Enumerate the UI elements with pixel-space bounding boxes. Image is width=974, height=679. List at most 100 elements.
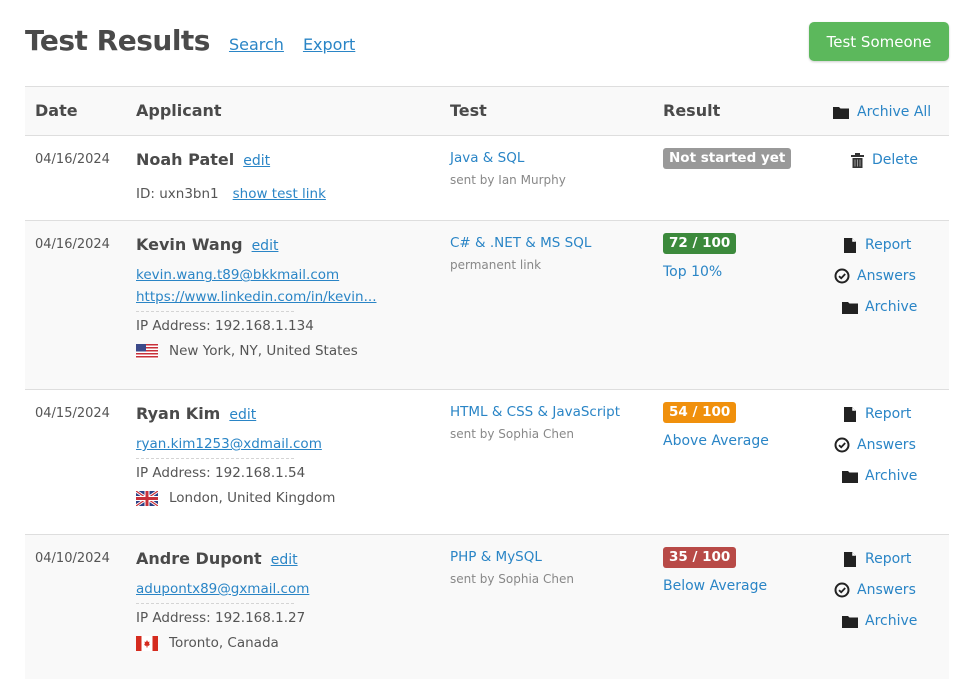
test-cell: HTML & CSS & JavaScript sent by Sophia C… <box>450 404 620 441</box>
report-label: Report <box>865 406 912 422</box>
test-sender: sent by Sophia Chen <box>450 572 574 586</box>
score-badge: 72 / 100 <box>663 233 737 254</box>
document-icon <box>842 237 858 253</box>
table-header-row: Date Applicant Test Result Archive All <box>25 86 949 135</box>
row-date: 04/10/2024 <box>35 551 110 566</box>
folder-icon <box>842 299 858 315</box>
archive-all-button[interactable]: Archive All <box>833 104 931 120</box>
canada-flag-icon <box>136 635 158 651</box>
applicant-cell: Noah Patel edit ID: uxn3bn1 show test li… <box>136 150 436 202</box>
answers-label: Answers <box>857 582 916 598</box>
delete-button[interactable]: Delete <box>849 150 918 170</box>
archive-label: Archive <box>865 299 918 315</box>
applicant-email-link[interactable]: ryan.kim1253@xdmail.com <box>136 436 436 452</box>
test-cell: C# & .NET & MS SQL permanent link <box>450 235 591 272</box>
row-date: 04/16/2024 <box>35 152 110 167</box>
uk-flag-icon <box>135 489 159 507</box>
document-icon <box>842 551 858 567</box>
test-name-link[interactable]: C# & .NET & MS SQL <box>450 235 591 251</box>
check-circle-icon <box>834 268 850 284</box>
answers-button[interactable]: Answers <box>834 580 917 600</box>
check-circle-icon <box>834 582 850 598</box>
export-link[interactable]: Export <box>303 35 355 54</box>
table-row: 04/10/2024 Andre Dupont edit adupontx89@… <box>25 534 949 679</box>
applicant-cell: Andre Dupont edit adupontx89@gxmail.com … <box>136 549 436 651</box>
applicant-name: Kevin Wang <box>136 235 243 254</box>
result-cell: 54 / 100 Above Average <box>663 402 769 449</box>
divider <box>136 311 294 312</box>
applicant-email-link[interactable]: kevin.wang.t89@bkkmail.com <box>136 267 436 283</box>
archive-button[interactable]: Archive <box>842 611 917 631</box>
table-row: 04/15/2024 Ryan Kim edit ryan.kim1253@xd… <box>25 389 949 534</box>
test-sender: sent by Ian Murphy <box>450 173 566 187</box>
report-button[interactable]: Report <box>842 235 917 255</box>
edit-link[interactable]: edit <box>243 153 270 169</box>
result-cell: 72 / 100 Top 10% <box>663 233 737 280</box>
percentile-link[interactable]: Top 10% <box>663 264 736 280</box>
test-name-link[interactable]: Java & SQL <box>450 150 566 166</box>
result-cell: 35 / 100 Below Average <box>663 547 767 594</box>
score-badge: 54 / 100 <box>663 402 737 423</box>
archive-label: Archive <box>865 468 918 484</box>
applicant-location: Toronto, Canada <box>136 635 436 651</box>
archive-button[interactable]: Archive <box>842 297 917 317</box>
archive-all-label: Archive All <box>857 104 932 120</box>
applicant-email-link[interactable]: adupontx89@gxmail.com <box>136 581 436 597</box>
applicant-cell: Ryan Kim edit ryan.kim1253@xdmail.com IP… <box>135 404 436 507</box>
edit-link[interactable]: edit <box>252 238 279 254</box>
test-name-link[interactable]: HTML & CSS & JavaScript <box>450 404 620 420</box>
search-link[interactable]: Search <box>229 35 284 54</box>
answers-button[interactable]: Answers <box>834 435 917 455</box>
column-header-date: Date <box>35 101 78 120</box>
folder-icon <box>842 468 858 484</box>
trash-icon <box>849 152 865 168</box>
ip-address: IP Address: 192.168.1.27 <box>136 610 306 626</box>
applicant-location: London, United Kingdom <box>135 489 436 507</box>
ip-address: IP Address: 192.168.1.54 <box>136 465 306 481</box>
row-date: 04/15/2024 <box>35 406 110 421</box>
show-test-link[interactable]: show test link <box>233 186 326 202</box>
test-sender: permanent link <box>450 258 542 272</box>
divider <box>136 603 294 604</box>
document-icon <box>842 406 858 422</box>
applicant-name: Ryan Kim <box>136 404 221 423</box>
edit-link[interactable]: edit <box>271 552 298 568</box>
result-cell: Not started yet <box>663 148 792 169</box>
location-text: New York, NY, United States <box>169 343 358 359</box>
test-someone-button[interactable]: Test Someone <box>809 22 949 61</box>
percentile-link[interactable]: Below Average <box>663 578 767 594</box>
folder-icon <box>833 105 849 119</box>
test-sender: sent by Sophia Chen <box>450 427 574 441</box>
test-cell: Java & SQL sent by Ian Murphy <box>450 150 566 187</box>
divider <box>136 458 294 459</box>
delete-label: Delete <box>872 152 918 168</box>
score-badge: 35 / 100 <box>663 547 737 568</box>
archive-label: Archive <box>865 613 918 629</box>
row-date: 04/16/2024 <box>35 237 110 252</box>
edit-link[interactable]: edit <box>229 407 256 423</box>
applicant-cell: Kevin Wang edit kevin.wang.t89@bkkmail.c… <box>136 235 436 359</box>
report-button[interactable]: Report <box>842 404 917 424</box>
applicant-name: Andre Dupont <box>136 549 262 568</box>
report-label: Report <box>865 237 912 253</box>
page-title: Test Results <box>25 24 210 57</box>
ip-address: IP Address: 192.168.1.134 <box>136 318 314 334</box>
applicant-profile-link[interactable]: https://www.linkedin.com/in/kevin... <box>136 289 436 305</box>
test-name-link[interactable]: PHP & MySQL <box>450 549 574 565</box>
us-flag-icon <box>136 343 158 359</box>
column-header-test: Test <box>450 101 487 120</box>
location-text: London, United Kingdom <box>169 490 336 506</box>
percentile-link[interactable]: Above Average <box>663 433 769 449</box>
actions-cell: Report Answers Archive <box>834 235 917 328</box>
answers-button[interactable]: Answers <box>834 266 917 286</box>
actions-cell: Report Answers Archive <box>834 404 917 497</box>
test-cell: PHP & MySQL sent by Sophia Chen <box>450 549 574 586</box>
archive-button[interactable]: Archive <box>842 466 917 486</box>
check-circle-icon <box>834 437 850 453</box>
report-button[interactable]: Report <box>842 549 917 569</box>
actions-cell: Report Answers Archive <box>834 549 917 642</box>
status-badge: Not started yet <box>663 148 792 169</box>
column-header-result: Result <box>663 101 721 120</box>
location-text: Toronto, Canada <box>169 635 279 651</box>
table-row: 04/16/2024 Noah Patel edit ID: uxn3bn1 s… <box>25 135 949 220</box>
